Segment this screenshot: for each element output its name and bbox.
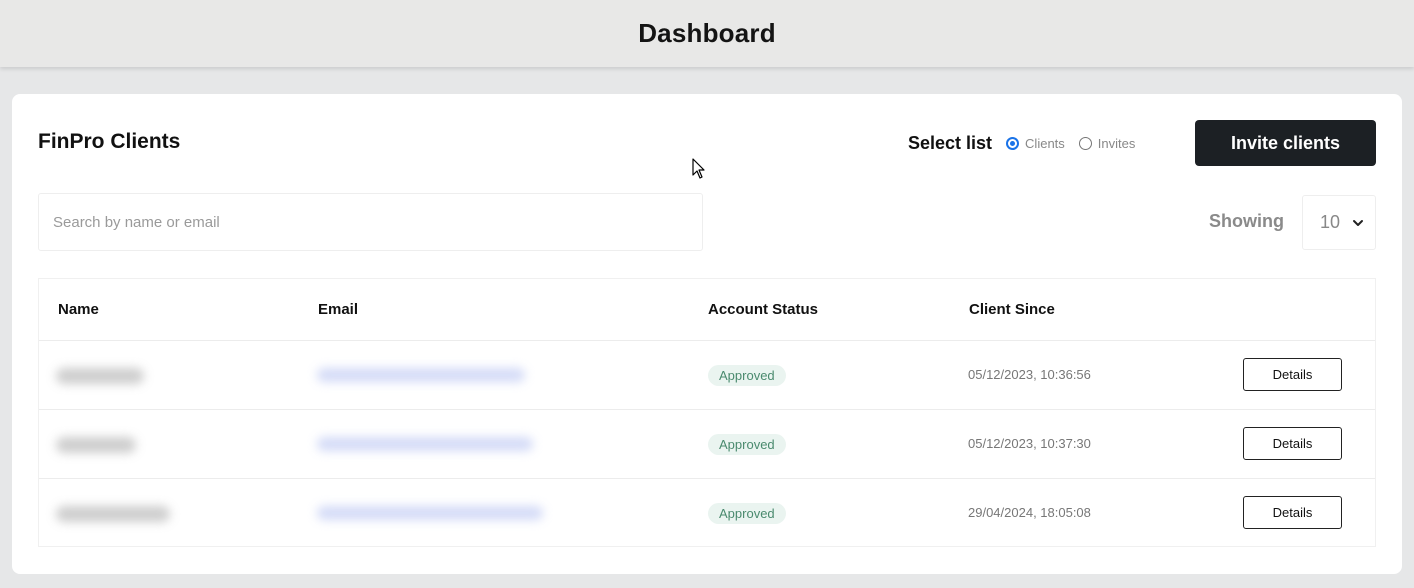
clients-card: FinPro Clients Select list Clients Invit…: [12, 94, 1402, 574]
column-header-status: Account Status: [708, 301, 819, 318]
status-badge: Approved: [708, 365, 786, 386]
clients-table: Name Email Account Status Client Since A…: [38, 278, 1376, 547]
radio-invites[interactable]: Invites: [1078, 135, 1136, 151]
redacted-email: [317, 437, 533, 451]
radio-unchecked-icon[interactable]: [1078, 136, 1092, 150]
select-list-label: Select list: [908, 132, 993, 153]
redacted-email: [317, 506, 543, 520]
radio-clients-label: Clients: [1025, 135, 1065, 151]
column-header-client-since: Client Since: [969, 301, 1055, 318]
column-header-name: Name: [58, 301, 99, 318]
mouse-cursor-icon: [692, 158, 705, 179]
client-since: 05/12/2023, 10:36:56: [968, 367, 1091, 382]
select-list: Select list Clients Invites: [908, 132, 1149, 154]
radio-invites-label: Invites: [1097, 135, 1136, 151]
details-button[interactable]: Details: [1243, 427, 1342, 460]
top-bar: Dashboard: [0, 0, 1414, 67]
redacted-name: [56, 506, 170, 522]
status-badge: Approved: [708, 503, 786, 524]
showing-label: Showing: [1209, 211, 1284, 231]
status-badge: Approved: [708, 434, 786, 455]
client-since: 05/12/2023, 10:37:30: [968, 436, 1091, 451]
redacted-name: [56, 437, 136, 453]
client-since: 29/04/2024, 18:05:08: [968, 505, 1091, 520]
redacted-name: [56, 368, 144, 384]
redacted-email: [317, 368, 525, 382]
radio-checked-icon[interactable]: [1006, 136, 1020, 150]
page-size-select[interactable]: 10: [1302, 195, 1376, 250]
radio-clients[interactable]: Clients: [1006, 136, 1065, 151]
search-input[interactable]: [38, 193, 703, 251]
column-header-email: Email: [318, 301, 359, 318]
page-title: Dashboard: [638, 18, 776, 48]
table-row: Approved 05/12/2023, 10:36:56 Details: [39, 341, 1375, 410]
table-header: Name Email Account Status Client Since: [39, 279, 1375, 341]
card-title: FinPro Clients: [38, 130, 181, 153]
table-row: Approved 29/04/2024, 18:05:08 Details: [39, 479, 1375, 548]
table-row: Approved 05/12/2023, 10:37:30 Details: [39, 410, 1375, 479]
page-size-value: 10: [1320, 212, 1341, 232]
details-button[interactable]: Details: [1243, 496, 1342, 529]
details-button[interactable]: Details: [1243, 358, 1342, 391]
chevron-down-icon: [1353, 220, 1363, 226]
invite-clients-button[interactable]: Invite clients: [1195, 120, 1376, 166]
